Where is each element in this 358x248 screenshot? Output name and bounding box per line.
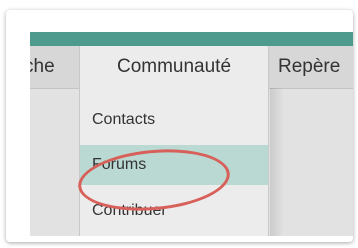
dropdown-item-forums[interactable]: Forums — [80, 145, 268, 185]
nav-item-recherche[interactable]: che — [30, 46, 55, 88]
main-nav-bar: che Communauté Repère — [30, 46, 353, 89]
site-viewport: che Communauté Repère Contacts Forums Co… — [30, 32, 353, 236]
dropdown-item-contribuer[interactable]: Contribuer — [80, 191, 268, 231]
dropdown-item-contacts[interactable]: Contacts — [80, 100, 268, 140]
teal-header-bar — [30, 32, 353, 46]
screenshot-card: che Communauté Repère Contacts Forums Co… — [6, 10, 353, 242]
dropdown-shadow — [270, 88, 284, 236]
nav-item-reperes[interactable]: Repère — [278, 46, 340, 88]
nav-item-communaute[interactable]: Communauté — [79, 46, 269, 88]
communaute-dropdown: Contacts Forums Contribuer — [79, 88, 269, 236]
